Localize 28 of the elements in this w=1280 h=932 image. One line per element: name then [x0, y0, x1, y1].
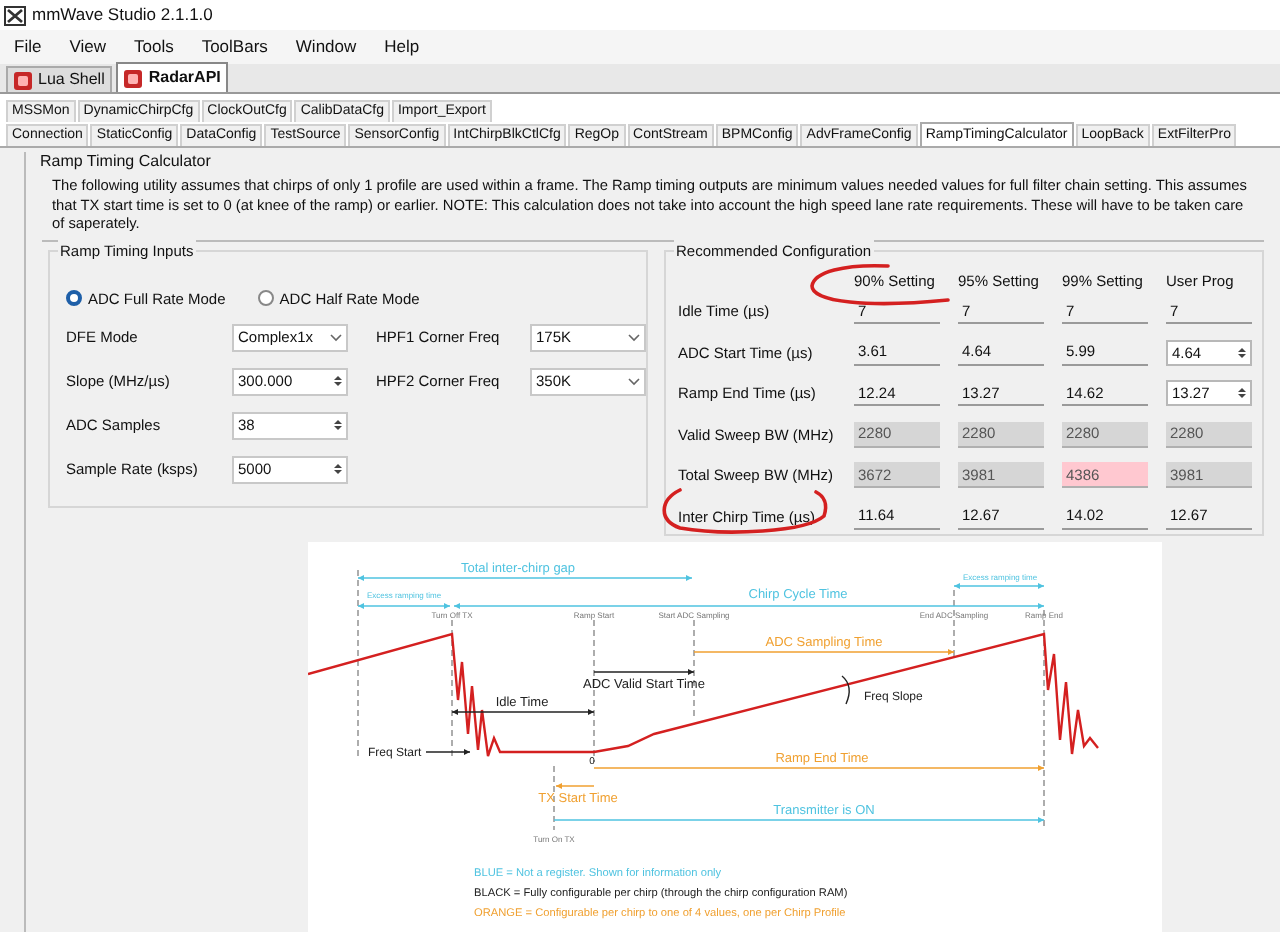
- menu-item[interactable]: View: [69, 34, 106, 60]
- main-tab[interactable]: RadarAPI: [116, 62, 229, 92]
- chevron-down-icon: [628, 377, 640, 386]
- dimension-arrow: [451, 708, 595, 714]
- menu-item[interactable]: ToolBars: [201, 34, 268, 60]
- dimension-arrow: [555, 782, 595, 788]
- chevron-down-icon: [330, 333, 342, 342]
- menu-item[interactable]: Window: [295, 34, 357, 60]
- chevron-down-icon: [628, 333, 640, 342]
- dimension-arrow: [425, 748, 471, 754]
- app-tab-icon: [124, 69, 143, 87]
- radio-button[interactable]: [66, 290, 82, 307]
- dashed-line: [593, 618, 595, 762]
- dashed-line: [451, 618, 453, 760]
- angle-arc: [841, 674, 850, 704]
- dashed-line: [693, 618, 695, 720]
- group-title: Ramp Timing Calculator: [40, 152, 213, 172]
- dimension-arrow: [953, 582, 1045, 588]
- dimension-arrow: [593, 668, 695, 674]
- window-title: mmWave Studio 2.1.1.0: [32, 2, 213, 28]
- menu-item[interactable]: File: [14, 34, 42, 60]
- menu-item[interactable]: Tools: [133, 34, 174, 60]
- dashed-line: [953, 588, 955, 658]
- radio-button[interactable]: [257, 290, 274, 307]
- menu-item[interactable]: Help: [384, 34, 420, 60]
- main-tab[interactable]: Lua Shell: [6, 66, 113, 92]
- dashed-line: [553, 764, 555, 830]
- app-tab-icon: [14, 71, 32, 89]
